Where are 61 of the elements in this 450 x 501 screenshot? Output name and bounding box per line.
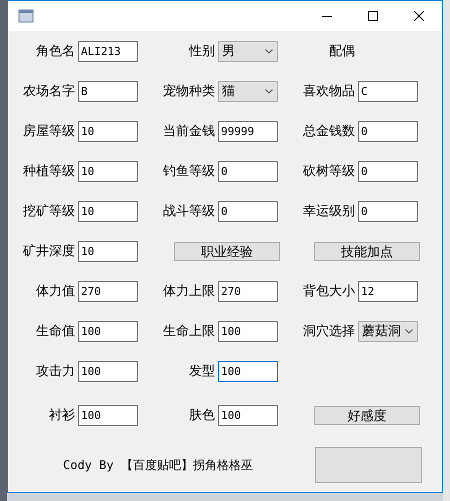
text-field[interactable]: 100	[218, 404, 278, 426]
field-label: 挖矿等级	[23, 202, 75, 220]
text-field[interactable]: 0	[218, 200, 278, 222]
field-label: 矿井深度	[23, 242, 75, 260]
field-label: 农场名字	[23, 82, 75, 100]
field-label: 喜欢物品	[303, 82, 355, 100]
field-label: 种植等级	[23, 162, 75, 180]
field-label: 体力上限	[163, 282, 215, 300]
maximize-icon	[368, 11, 378, 21]
dropdown[interactable]: 蘑菇洞	[358, 320, 418, 342]
field-label: 背包大小	[303, 282, 355, 300]
credit-text: Cody By 【百度贴吧】拐角格格巫	[63, 457, 253, 474]
app-icon	[18, 9, 34, 23]
field-label: 生命上限	[163, 322, 215, 340]
text-field[interactable]: 10	[78, 160, 138, 182]
close-icon	[414, 11, 424, 21]
text-field[interactable]: 10	[78, 240, 138, 262]
chevron-down-icon	[265, 88, 273, 94]
text-field[interactable]: 270	[218, 280, 278, 302]
text-field[interactable]: 270	[78, 280, 138, 302]
field-label: 总金钱数	[303, 122, 355, 140]
field-label: 性别	[189, 42, 215, 60]
text-field[interactable]: 100	[218, 320, 278, 342]
field-label: 角色名	[36, 42, 75, 60]
chevron-down-icon	[265, 48, 273, 54]
text-field[interactable]: 0	[218, 160, 278, 182]
field-label: 钓鱼等级	[163, 162, 215, 180]
field-label: 洞穴选择	[303, 322, 355, 340]
field-label: 肤色	[189, 406, 215, 424]
action-button[interactable]: 好感度	[314, 406, 420, 424]
dropdown[interactable]: 男	[218, 40, 278, 62]
text-field[interactable]: 100	[78, 320, 138, 342]
field-label: 当前金钱	[163, 122, 215, 140]
field-label: 攻击力	[36, 362, 75, 380]
text-field[interactable]: 100	[78, 404, 138, 426]
field-label: 体力值	[36, 282, 75, 300]
text-field[interactable]: B	[78, 80, 138, 102]
field-label: 战斗等级	[163, 202, 215, 220]
text-field[interactable]: 0	[358, 160, 418, 182]
text-field[interactable]: 100	[218, 360, 278, 382]
text-field[interactable]: 12	[358, 280, 418, 302]
field-label: 衬衫	[49, 406, 75, 424]
text-field[interactable]: C	[358, 80, 418, 102]
field-label: 幸运级别	[303, 202, 355, 220]
field-label: 房屋等级	[23, 122, 75, 140]
text-field[interactable]: 99999	[218, 120, 278, 142]
field-label: 配偶	[329, 42, 355, 60]
dropdown[interactable]: 猫	[218, 80, 278, 102]
field-label: 生命值	[36, 322, 75, 340]
field-label: 宠物种类	[163, 82, 215, 100]
text-field[interactable]: 0	[358, 120, 418, 142]
action-button[interactable]: 技能加点	[314, 242, 420, 260]
text-field[interactable]: 100	[78, 360, 138, 382]
text-field[interactable]: 0	[358, 200, 418, 222]
text-field[interactable]: 10	[78, 120, 138, 142]
field-label: 发型	[189, 362, 215, 380]
field-label: 砍树等级	[303, 162, 355, 180]
action-button[interactable]: 职业经验	[174, 242, 280, 260]
chevron-down-icon	[405, 328, 413, 334]
text-field[interactable]: 10	[78, 200, 138, 222]
text-field[interactable]: ALI213	[78, 40, 138, 62]
